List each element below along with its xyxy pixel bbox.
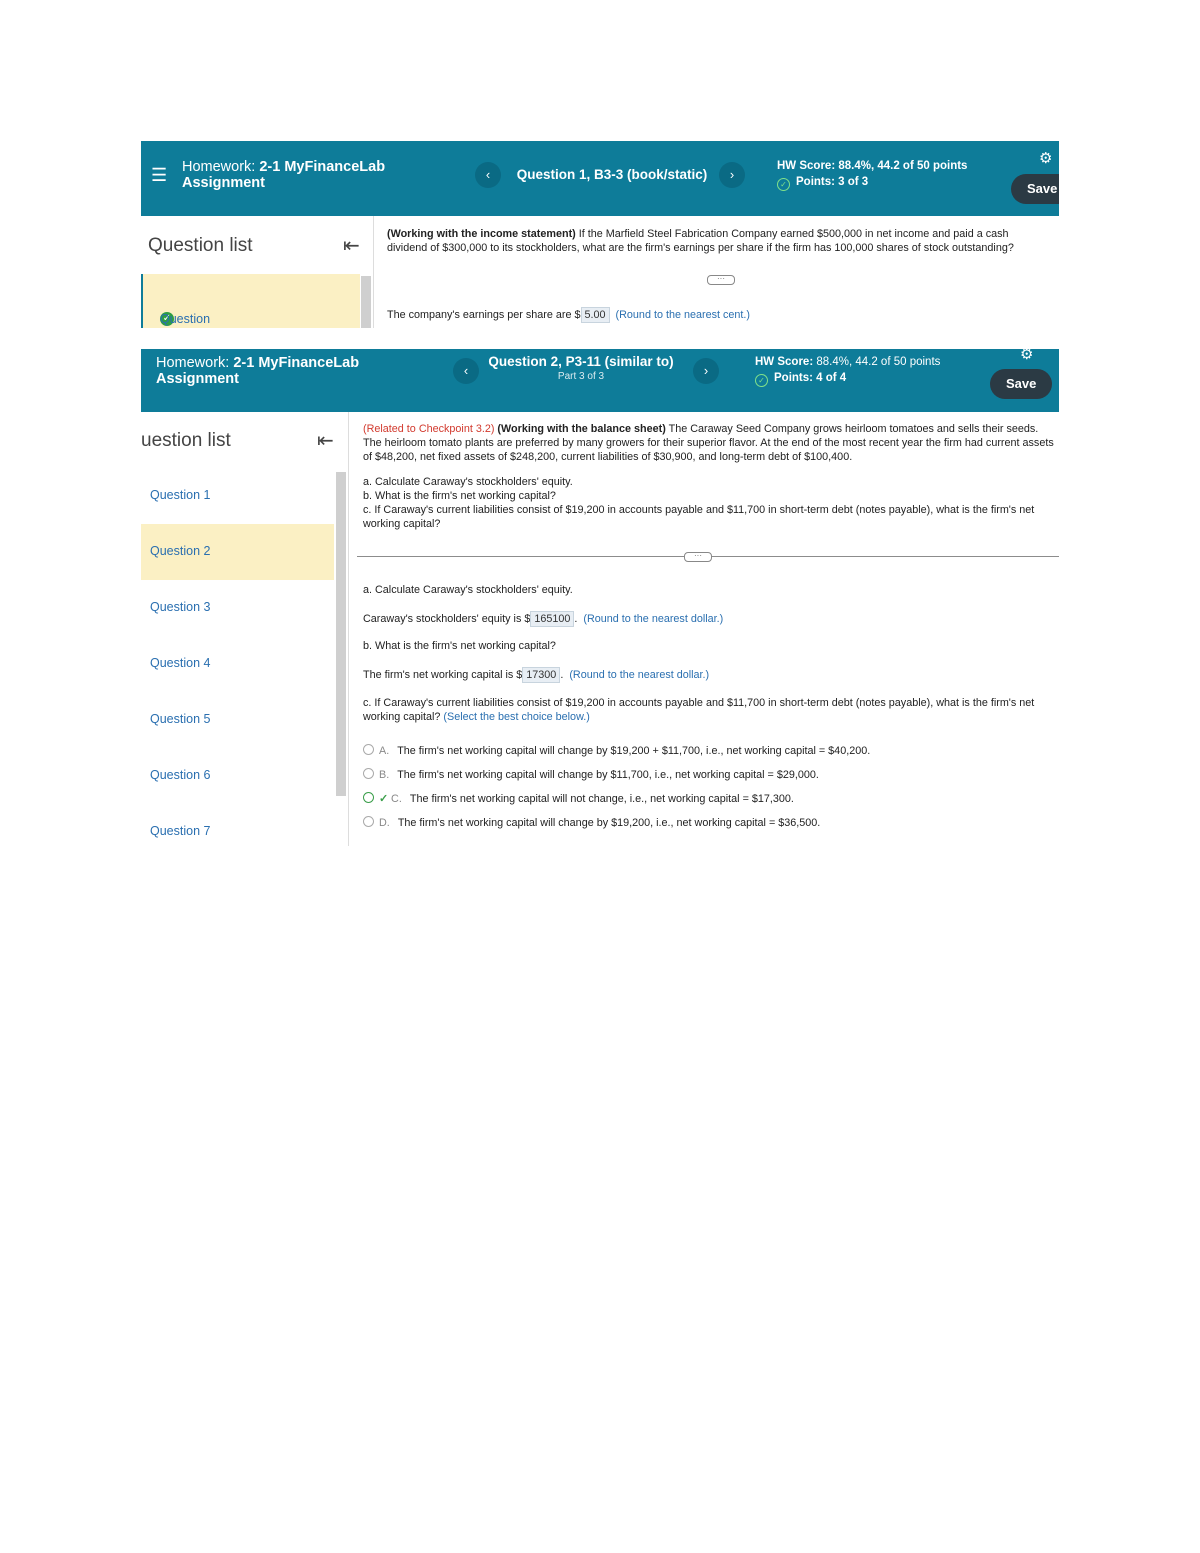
gear-icon[interactable]: ⚙ [1039,149,1052,167]
question-list-sidebar: uestion list ⇤ Question 1 Question 2 Que… [141,412,349,846]
assignment-title: Homework: 2-1 MyFinanceLab Assignment [156,355,360,387]
check-circle-icon: ✓ [755,374,768,387]
sidebar-item-question-7[interactable]: Question 7 [141,804,334,846]
radio-button[interactable] [363,816,374,827]
choice-c-selected[interactable]: ✓ C. The firm's net working capital will n… [363,792,794,805]
question-2-screenshot: Homework: 2-1 MyFinanceLab Assignment ‹ … [141,349,1059,846]
choice-b[interactable]: B. The firm's net working capital will ch… [363,768,819,781]
part-a-question: a. Calculate Caraway's stockholders' equ… [363,584,573,596]
choice-a[interactable]: A. The firm's net working capital will ch… [363,744,870,757]
sidebar-item-question-4[interactable]: Question 4 [141,636,334,692]
working-capital-answer-field[interactable]: 17300 [522,667,561,683]
sidebar-item-question-1[interactable]: Question 1 [141,468,334,524]
question-title: Question 2, P3-11 (similar to) Part 3 of… [481,354,681,382]
collapse-sidebar-icon[interactable]: ⇤ [343,233,360,258]
radio-button[interactable] [363,792,374,803]
sidebar-item-question-5[interactable]: Question 5 [141,692,334,748]
sidebar-item-question-2[interactable]: Question 2 [141,524,334,580]
menu-icon[interactable]: ☰ [151,165,167,186]
gear-icon[interactable]: ⚙ [1020,349,1033,363]
question-2-tasks: a. Calculate Caraway's stockholders' equ… [363,476,1035,530]
question-2-prompt: (Related to Checkpoint 3.2) (Working wit… [363,423,1054,463]
choice-d[interactable]: D. The firm's net working capital will ch… [363,816,820,829]
next-question-button[interactable]: › [693,358,719,384]
question-1-screenshot: ☰ Homework: 2-1 MyFinanceLab Assignment … [141,141,1059,328]
question-1-prompt: (Working with the income statement) If t… [387,228,1014,254]
answer-field[interactable]: 5.00 [580,307,610,323]
part-b-question: b. What is the firm's net working capita… [363,640,556,652]
question-1-answer-line: The company's earnings per share are $5.… [387,307,750,323]
save-button[interactable]: Save [990,369,1053,399]
previous-question-button[interactable]: ‹ [453,358,479,384]
question-list-title: Question list [148,235,253,256]
sidebar-scrollbar[interactable] [336,472,346,796]
part-a-answer-line: Caraway's stockholders' equity is $16510… [363,611,724,627]
sidebar-item-question-6[interactable]: Question 6 [141,748,334,804]
question-title: Question 1, B3-3 (book/static) [516,167,708,182]
assignment-title: Homework: 2-1 MyFinanceLab Assignment [182,159,386,191]
sidebar-scrollbar[interactable] [361,276,371,328]
collapse-sidebar-icon[interactable]: ⇤ [317,428,334,453]
points-status: ✓ Points: 3 of 3 [777,174,868,191]
sidebar-item-question-3[interactable]: Question 3 [141,580,334,636]
part-indicator: Part 3 of 3 [557,371,605,382]
next-question-button[interactable]: › [719,162,745,188]
expand-divider-handle[interactable]: ··· [684,552,712,562]
equity-answer-field[interactable]: 165100 [530,611,575,627]
points-status: ✓ Points: 4 of 4 [755,370,846,387]
save-button[interactable]: Save [1011,174,1059,204]
question-list-title: uestion list [141,430,231,451]
sidebar-item-question-1[interactable]: ✓Question 1 [141,274,360,328]
top-header: ☰ Homework: 2-1 MyFinanceLab Assignment … [141,141,1059,216]
previous-question-button[interactable]: ‹ [475,162,501,188]
hw-score: HW Score: 88.4%, 44.2 of 50 points [777,160,968,172]
question-list-sidebar: Question list ⇤ ✓Question 1 [141,216,374,328]
radio-button[interactable] [363,744,374,755]
check-circle-icon: ✓ [777,178,790,191]
radio-button[interactable] [363,768,374,779]
top-header: Homework: 2-1 MyFinanceLab Assignment ‹ … [141,349,1059,412]
part-c-question: c. If Caraway's current liabilities cons… [363,697,1035,723]
part-b-answer-line: The firm's net working capital is $17300… [363,667,710,683]
hw-score: HW Score: 88.4%, 44.2 of 50 points [755,356,941,368]
checkmark-icon: ✓ [379,793,389,805]
expand-divider-handle[interactable]: ··· [707,275,735,285]
